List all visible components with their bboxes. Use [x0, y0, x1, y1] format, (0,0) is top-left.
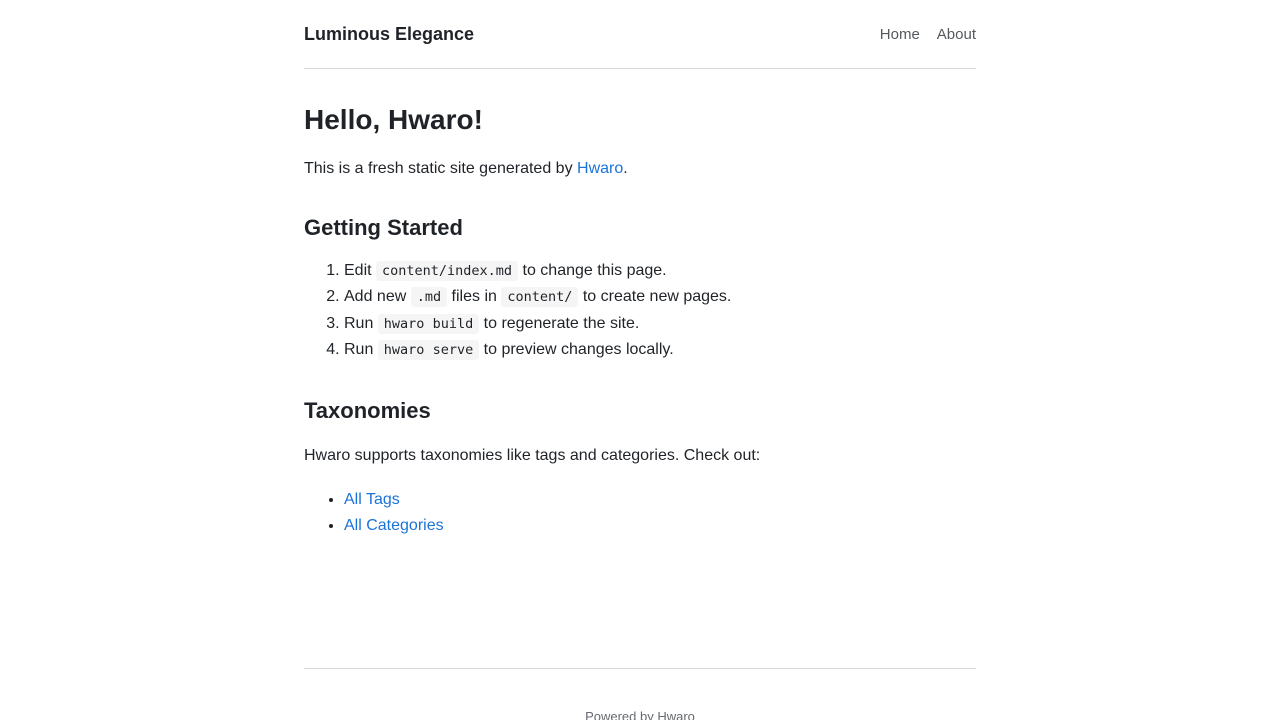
inline-code: hwaro serve [377, 339, 480, 360]
intro-period: . [623, 160, 628, 177]
site-nav: Home About [863, 26, 976, 43]
inline-code: .md [410, 287, 448, 308]
list-item: All Categories [344, 513, 976, 539]
step-text: to create new pages. [578, 288, 732, 306]
taxonomies-heading: Taxonomies [304, 398, 431, 424]
getting-started-heading: Getting Started [304, 215, 463, 240]
intro-paragraph: This is a fresh static site generated by… [304, 158, 976, 180]
nav-about-link[interactable]: About [937, 26, 976, 43]
inline-code: content/index.md [376, 261, 519, 281]
footer-text: Powered by [585, 709, 658, 720]
step-text: Run [344, 314, 378, 332]
all-categories-link[interactable]: All Categories [344, 517, 444, 534]
footer-hwaro-link[interactable]: Hwaro [657, 709, 695, 720]
step-text: Edit [344, 262, 377, 279]
hwaro-link[interactable]: Hwaro [577, 160, 623, 177]
intro-text: This is a fresh static site generated by [304, 160, 578, 177]
taxonomy-links-list: All Tags All Categories [304, 487, 976, 539]
taxonomies-text: Hwaro supports taxonomies like tags and … [304, 447, 761, 465]
page-title: Hello, Hwaro! [304, 104, 483, 135]
main-content: Hello, Hwaro! This is a fresh static sit… [304, 69, 976, 669]
step-text: Add new [344, 288, 411, 306]
step-text: to preview changes locally. [479, 340, 674, 358]
all-tags-link[interactable]: All Tags [344, 491, 400, 508]
nav-home-link[interactable]: Home [880, 26, 920, 43]
steps-list: Edit content/index.md to change this pag… [304, 258, 976, 363]
site-header: Luminous Elegance Home About [304, 0, 976, 69]
step-text: to regenerate the site. [479, 314, 640, 332]
site-title-link[interactable]: Luminous Elegance [304, 24, 474, 45]
site-footer: Powered by Hwaro [304, 669, 976, 720]
list-item: Run hwaro serve to preview changes local… [344, 337, 976, 363]
list-item: Add new .md files in content/ to create … [344, 284, 976, 310]
list-item: All Tags [344, 487, 976, 513]
inline-code: content/ [501, 287, 579, 308]
list-item: Run hwaro build to regenerate the site. [344, 311, 976, 337]
list-item: Edit content/index.md to change this pag… [344, 258, 976, 284]
page-container: Luminous Elegance Home About Hello, Hwar… [304, 0, 976, 720]
step-text: files in [447, 288, 502, 306]
step-text: Run [344, 340, 378, 358]
step-text: to change this page. [518, 262, 667, 279]
inline-code: hwaro build [377, 313, 480, 334]
